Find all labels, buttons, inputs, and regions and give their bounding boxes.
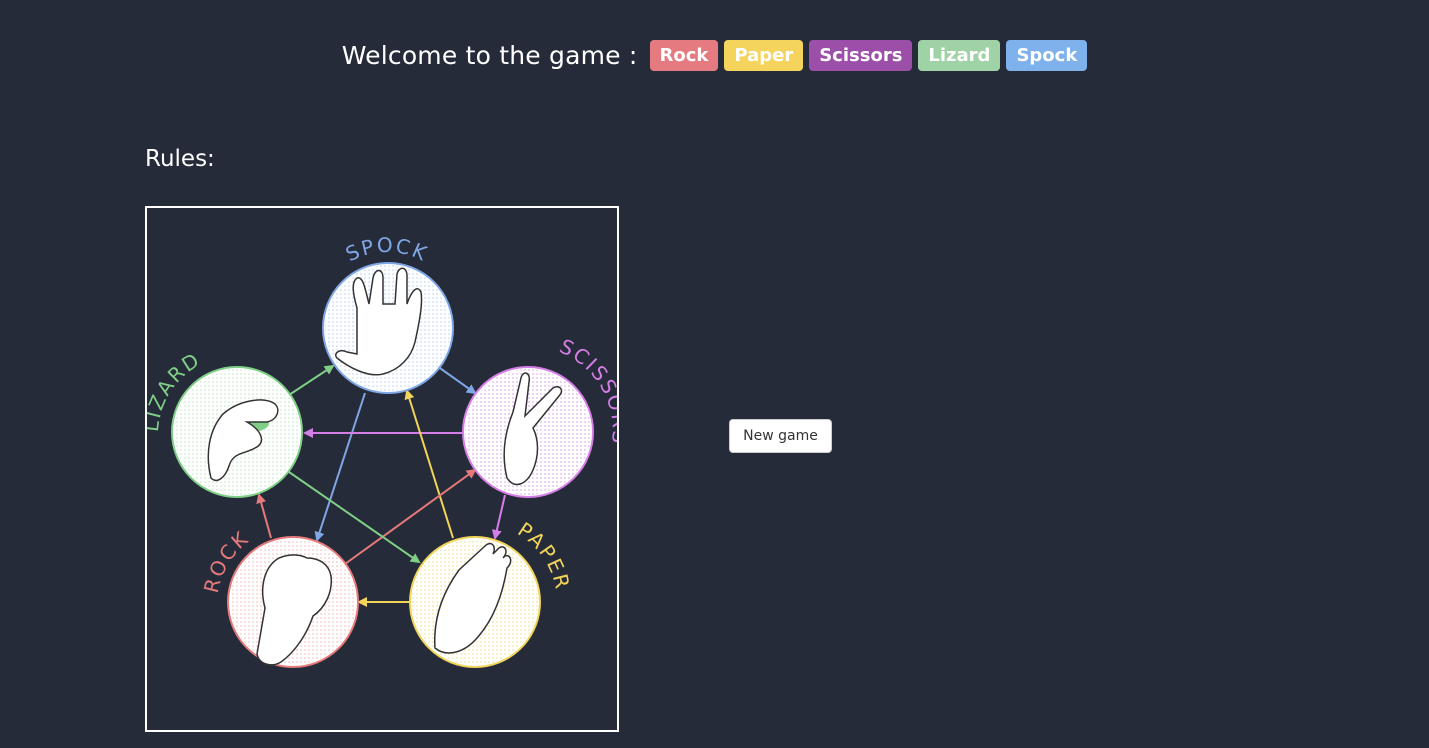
arrow-paper-to-spock — [404, 389, 454, 539]
paper-node: PAPER — [409, 517, 573, 668]
spock-label: SPOCK — [342, 233, 432, 266]
arrow-scissors-to-paper — [491, 494, 506, 540]
arrow-spock-to-rock — [314, 392, 366, 542]
choice-badge-rock: Rock — [649, 40, 719, 71]
scissors-node: SCISSORS — [462, 334, 617, 498]
lizard-node: LIZARD — [147, 347, 303, 498]
game-page: Welcome to the game : Rock Paper Scissor… — [0, 0, 1429, 748]
choice-badge-paper: Paper — [724, 40, 804, 71]
arrow-rock-to-lizard — [256, 493, 272, 539]
arrow-lizard-to-spock — [288, 364, 335, 396]
spock-node: SPOCK — [322, 233, 454, 394]
welcome-title: Welcome to the game : — [341, 41, 638, 70]
header: Welcome to the game : Rock Paper Scissor… — [0, 40, 1429, 71]
choice-badge-lizard: Lizard — [918, 40, 1001, 71]
rock-node: ROCK — [199, 526, 359, 668]
rules-heading: Rules: — [145, 146, 215, 172]
rules-diagram: SPOCK SCISSORS PAPER — [145, 206, 619, 732]
rules-diagram-svg: SPOCK SCISSORS PAPER — [147, 233, 617, 668]
choice-badge-scissors: Scissors — [809, 40, 913, 71]
arrow-spock-to-scissors — [436, 365, 477, 395]
choice-badge-spock: Spock — [1006, 40, 1088, 71]
new-game-button[interactable]: New game — [729, 419, 832, 453]
